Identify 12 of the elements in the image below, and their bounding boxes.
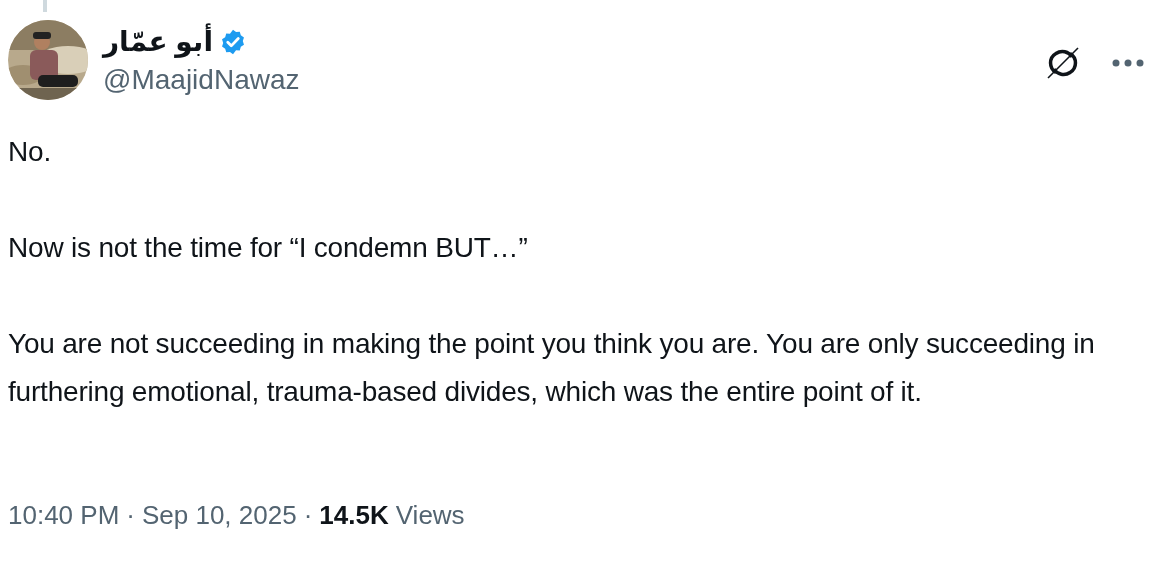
post-date[interactable]: Sep 10, 2025	[141, 500, 297, 531]
tweet-text: Now is not the time for “I condemn BUT…”	[8, 231, 529, 265]
separator-dot: ·	[126, 500, 135, 531]
views-label: Views	[395, 500, 465, 531]
more-icon[interactable]	[1112, 59, 1144, 67]
views-count: 14.5K	[319, 500, 389, 531]
tweet-text: You are not succeeding in making the point you think you are. You are only succeeding in furthering emotional, trauma-based divides, which was the entire point of it.	[8, 327, 1096, 409]
tweet-text: No.	[8, 135, 52, 169]
separator-dot: ·	[303, 500, 313, 531]
author-name[interactable]: أبو عمّار	[103, 24, 213, 60]
post-time[interactable]: 10:40 PM	[8, 500, 120, 531]
author-handle[interactable]: @MaajidNawaz	[103, 60, 300, 100]
